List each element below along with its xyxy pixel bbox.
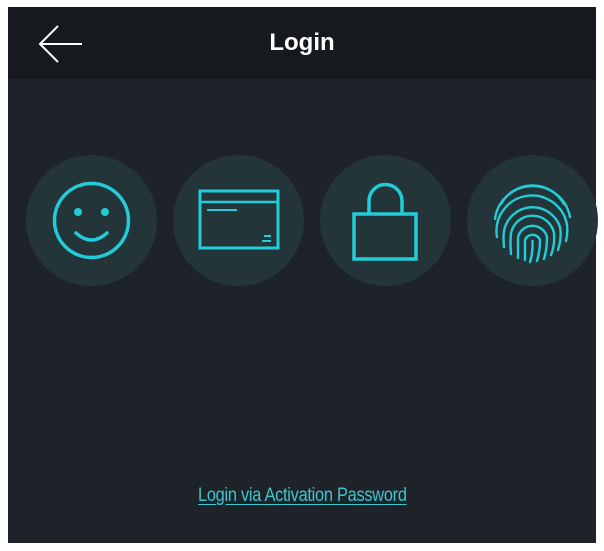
lock-icon — [352, 182, 418, 261]
login-screen: Login Login via Activation Password — [8, 7, 598, 543]
password-login-button[interactable] — [320, 155, 451, 286]
activation-password-link[interactable]: Login via Activation Password — [198, 485, 407, 507]
fingerprint-icon — [493, 184, 572, 264]
fingerprint-login-button[interactable] — [467, 155, 598, 286]
header-bar: Login — [8, 7, 596, 79]
card-icon — [198, 189, 280, 250]
face-icon — [52, 181, 131, 260]
page-title: Login — [269, 29, 335, 56]
activation-password-link-row: Login via Activation Password — [8, 485, 596, 507]
back-button[interactable] — [36, 24, 84, 64]
face-login-button[interactable] — [26, 155, 157, 286]
card-login-button[interactable] — [173, 155, 304, 286]
arrow-left-icon — [38, 25, 82, 63]
